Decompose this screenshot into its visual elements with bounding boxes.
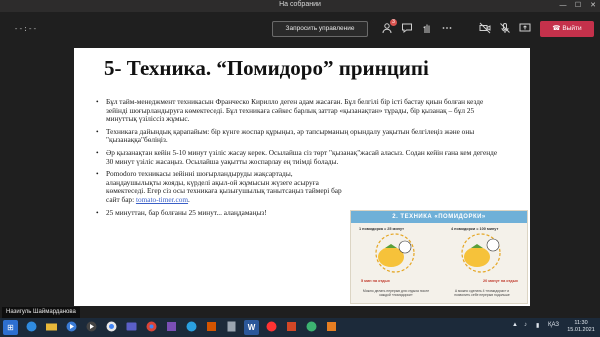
share-screen-icon[interactable] bbox=[518, 22, 532, 36]
clock-time: 11:30 bbox=[574, 320, 588, 326]
meeting-toolbar: --:-- Запросить управление 3 ☎ Выйти bbox=[0, 12, 600, 48]
bullet-end: . bbox=[188, 194, 190, 204]
slide-title: 5- Техника. “Помидоро” принципі bbox=[104, 56, 429, 80]
network-icon[interactable]: ▮ bbox=[536, 322, 539, 329]
participants-badge: 3 bbox=[390, 19, 397, 26]
bullet-item: Техникаға дайындық қарапайым: бір күнге … bbox=[96, 127, 506, 145]
slide-bullets: Бұл тайм-менеджмент техникасын Франческо… bbox=[96, 97, 506, 221]
app3-icon[interactable] bbox=[304, 320, 319, 335]
powerpoint-icon[interactable] bbox=[284, 320, 299, 335]
yandex-icon[interactable] bbox=[264, 320, 279, 335]
request-control-button[interactable]: Запросить управление bbox=[272, 21, 368, 37]
shared-slide: 5- Техника. “Помидоро” принципі Бұл тайм… bbox=[74, 48, 530, 306]
right-tag: 20 минут на отдых bbox=[483, 279, 519, 283]
keyboard-language[interactable]: ҚАЗ bbox=[548, 322, 559, 328]
pomodoro-illustration: 2. ТЕХНИКА «ПОМИДОРКИ» 1 помидорка = 25 … bbox=[350, 210, 528, 304]
raise-hand-icon[interactable] bbox=[420, 22, 434, 36]
bullet-item: Бұл тайм-менеджмент техникасын Франческо… bbox=[96, 97, 506, 124]
bullet-item: Pomodoro техникасы зейінні шоғырландыруд… bbox=[96, 169, 344, 204]
taskbar-clock[interactable]: 11:30 15.01.2021 bbox=[566, 320, 596, 334]
minimize-button[interactable]: — bbox=[556, 0, 570, 12]
microphone-off-icon[interactable] bbox=[498, 22, 512, 36]
tomato-drawing bbox=[375, 233, 501, 273]
camera-off-icon[interactable] bbox=[478, 22, 492, 36]
app-icon[interactable] bbox=[164, 320, 179, 335]
window-title-bar: На собрании — ☐ ✕ bbox=[0, 0, 600, 12]
folder-icon[interactable] bbox=[44, 320, 59, 335]
volume-icon[interactable]: ♪ bbox=[524, 322, 527, 328]
teams-icon[interactable] bbox=[124, 320, 139, 335]
left-caption: Можно делать перерыв для отдыха после ка… bbox=[362, 289, 430, 297]
windows-taskbar: ⊞ W ▲ ♪ ▮ ҚАЗ 11:30 15.01.2021 bbox=[0, 318, 600, 337]
meeting-timer: --:-- bbox=[14, 26, 38, 34]
calculator-icon[interactable] bbox=[224, 320, 239, 335]
presenter-name: Назигуль Шаймарданова bbox=[2, 307, 80, 318]
left-tag: 5 мин на отдых bbox=[361, 279, 390, 283]
paint-icon[interactable] bbox=[324, 320, 339, 335]
media-player-icon[interactable] bbox=[64, 320, 79, 335]
chat-icon[interactable] bbox=[400, 22, 414, 36]
skype-icon[interactable] bbox=[184, 320, 199, 335]
maximize-button[interactable]: ☐ bbox=[571, 0, 585, 12]
bullet-item: Әр қызанақтан кейін 5-10 минут үзіліс жа… bbox=[96, 148, 506, 166]
leave-label: Выйти bbox=[562, 25, 582, 32]
window-title: На собрании bbox=[279, 1, 321, 8]
word-icon[interactable]: W bbox=[244, 320, 259, 335]
illustration-header: 2. ТЕХНИКА «ПОМИДОРКИ» bbox=[351, 211, 527, 223]
browser-icon[interactable] bbox=[104, 320, 119, 335]
clock-date: 15.01.2021 bbox=[567, 327, 595, 333]
media-icon[interactable] bbox=[84, 320, 99, 335]
participants-icon[interactable]: 3 bbox=[380, 19, 397, 36]
phone-hangup-icon: ☎ bbox=[552, 25, 563, 32]
app2-icon[interactable] bbox=[204, 320, 219, 335]
tray-arrow-icon[interactable]: ▲ bbox=[512, 322, 518, 328]
more-options-icon[interactable] bbox=[440, 22, 454, 36]
chrome-icon[interactable] bbox=[144, 320, 159, 335]
edge-icon[interactable] bbox=[24, 320, 39, 335]
start-icon[interactable]: ⊞ bbox=[3, 320, 18, 335]
right-caption: А можно сделать 4 «помидорки» и позволит… bbox=[454, 289, 510, 297]
tomato-timer-link[interactable]: tomato-timer.com bbox=[136, 195, 188, 204]
leave-button[interactable]: ☎ Выйти bbox=[540, 21, 594, 37]
close-button[interactable]: ✕ bbox=[586, 0, 600, 12]
